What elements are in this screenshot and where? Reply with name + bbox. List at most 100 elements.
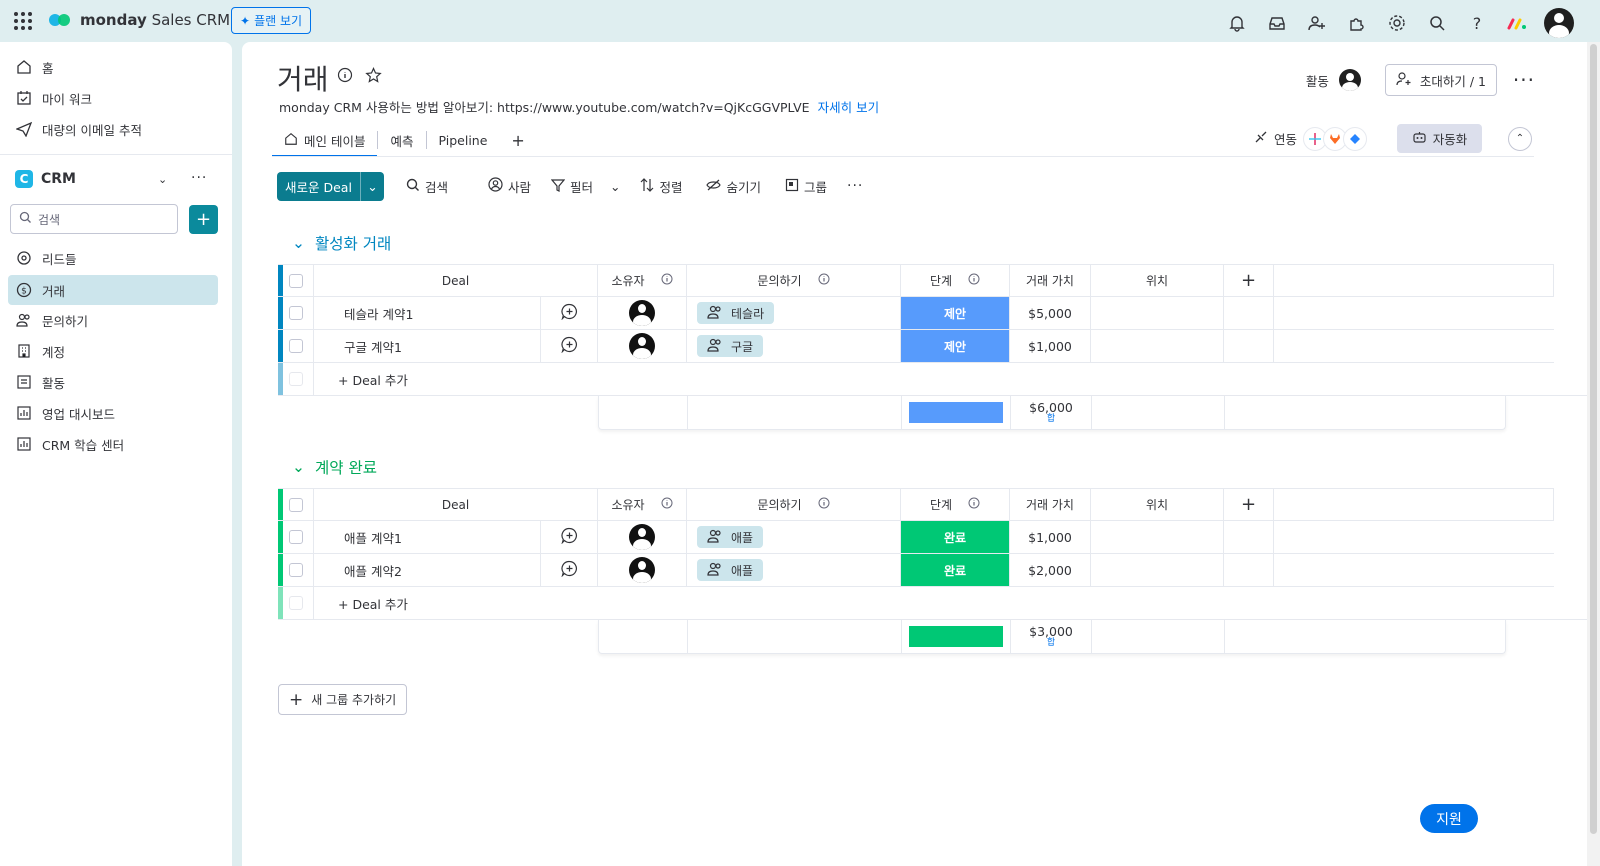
chevron-down-icon[interactable]: ⌄ (292, 458, 305, 476)
row-checkbox-cell[interactable] (278, 330, 314, 362)
contact-cell[interactable]: 구글 (687, 330, 901, 362)
location-cell[interactable] (1091, 554, 1224, 586)
row-checkbox-cell[interactable] (278, 297, 314, 329)
add-view-button[interactable]: + (499, 124, 536, 156)
row-checkbox-cell[interactable] (278, 554, 314, 586)
location-cell[interactable] (1091, 521, 1224, 553)
group-by-button[interactable]: 그룹 (775, 177, 837, 196)
sidebar-item-accounts[interactable]: 계정 (8, 336, 218, 366)
column-header-contact[interactable]: 문의하기 (687, 489, 901, 520)
contact-cell[interactable]: 애플 (687, 521, 901, 553)
info-icon[interactable] (337, 67, 353, 88)
workspace-more-icon[interactable]: ··· (191, 170, 207, 186)
tab-forecast[interactable]: 예측 (378, 124, 425, 156)
automate-button[interactable]: 자동화 (1397, 124, 1482, 153)
page-title[interactable]: 거래 (277, 58, 329, 98)
table-row[interactable]: 애플 계약2 애플 완료 $2,000 (278, 554, 1554, 587)
brand-name[interactable]: monday Sales CRM (80, 11, 230, 29)
stage-cell[interactable]: 완료 (901, 554, 1010, 586)
add-update-button[interactable] (541, 521, 598, 553)
value-sum-cell[interactable]: $6,000 합 (1011, 396, 1092, 429)
sidebar-item-sales-dashboard[interactable]: 영업 대시보드 (8, 398, 218, 428)
owner-cell[interactable] (598, 330, 687, 362)
stage-cell[interactable]: 제안 (901, 297, 1010, 329)
activity-avatar[interactable] (1338, 69, 1361, 91)
invite-button[interactable]: 초대하기 / 1 (1384, 64, 1497, 96)
toolbar-more-icon[interactable]: ··· (837, 178, 873, 194)
sort-button[interactable]: 정렬 (630, 177, 692, 196)
deal-value-cell[interactable]: $1,000 (1010, 330, 1091, 362)
value-sum-cell[interactable]: $3,000 합 (1011, 620, 1092, 653)
sidebar-item-learning-center[interactable]: CRM 학습 센터 (8, 429, 218, 459)
board-more-icon[interactable]: ··· (1513, 68, 1535, 92)
scrollbar-thumb[interactable] (1590, 44, 1597, 834)
column-header-location[interactable]: 위치 (1091, 489, 1224, 520)
row-checkbox[interactable] (288, 339, 303, 353)
table-row[interactable]: 테슬라 계약1 테슬라 제안 $5,000 (278, 297, 1554, 330)
info-icon[interactable] (661, 273, 673, 288)
monday-product-logo[interactable] (1504, 10, 1530, 36)
see-more-link[interactable]: 자세히 보기 (818, 100, 879, 115)
location-cell[interactable] (1091, 297, 1224, 329)
contact-chip[interactable]: 애플 (697, 559, 764, 581)
contact-chip[interactable]: 테슬라 (697, 302, 775, 324)
collapse-header-button[interactable]: ⌃ (1508, 126, 1532, 151)
table-row[interactable]: 구글 계약1 구글 제안 $1,000 (278, 330, 1554, 363)
user-avatar[interactable] (1544, 8, 1574, 38)
column-header-deal[interactable]: Deal (314, 265, 598, 296)
gear-icon[interactable] (1384, 10, 1410, 36)
hide-button[interactable]: 숨기기 (696, 177, 771, 196)
chevron-down-icon[interactable]: ⌄ (359, 171, 384, 201)
sidebar-item-activities[interactable]: 활동 (8, 367, 218, 397)
stage-cell[interactable]: 완료 (901, 521, 1010, 553)
column-header-value[interactable]: 거래 가치 (1010, 265, 1091, 296)
add-item-button[interactable]: + (189, 205, 218, 234)
bell-icon[interactable] (1224, 10, 1250, 36)
deal-value-cell[interactable]: $2,000 (1010, 554, 1091, 586)
add-column-button[interactable]: + (1241, 494, 1256, 515)
select-all-checkbox[interactable] (288, 497, 303, 512)
stage-cell[interactable]: 제안 (901, 330, 1010, 362)
person-filter-button[interactable]: 사람 (478, 177, 541, 196)
sidebar-search-input[interactable]: 검색 (10, 204, 178, 234)
add-column-button[interactable]: + (1241, 270, 1256, 291)
app-switcher-icon[interactable] (14, 12, 32, 30)
new-deal-button[interactable]: 새로운 Deal ⌄ (277, 171, 384, 201)
info-icon[interactable] (818, 497, 830, 512)
stage-summary-cell[interactable] (902, 396, 1011, 429)
star-icon[interactable] (365, 67, 382, 88)
group-title[interactable]: ⌄ 활성화 거래 (292, 232, 391, 254)
column-header-contact[interactable]: 문의하기 (687, 265, 901, 296)
add-deal-input[interactable]: + Deal 추가 (314, 587, 1594, 619)
row-checkbox[interactable] (288, 530, 303, 544)
integrate-button[interactable]: 연동 (1254, 129, 1297, 148)
help-button[interactable]: 지원 (1420, 804, 1478, 833)
workspace-header[interactable]: C CRM (15, 170, 76, 188)
contact-chip[interactable]: 애플 (697, 526, 764, 548)
deal-name-cell[interactable]: 애플 계약2 (314, 554, 541, 586)
invite-user-icon[interactable] (1304, 10, 1330, 36)
deal-value-cell[interactable]: $5,000 (1010, 297, 1091, 329)
chevron-down-icon[interactable]: ⌄ (158, 173, 167, 186)
column-header-value[interactable]: 거래 가치 (1010, 489, 1091, 520)
add-update-button[interactable] (541, 330, 598, 362)
tab-main-table[interactable]: 메인 테이블 (272, 124, 378, 157)
row-checkbox[interactable] (288, 563, 303, 577)
column-header-stage[interactable]: 단계 (901, 489, 1010, 520)
deal-name-cell[interactable]: 테슬라 계약1 (314, 297, 541, 329)
sidebar-item-deals[interactable]: $ 거래 (8, 275, 218, 305)
column-header-location[interactable]: 위치 (1091, 265, 1224, 296)
add-deal-input[interactable]: + Deal 추가 (314, 363, 1594, 395)
row-checkbox[interactable] (288, 306, 303, 320)
deal-name-cell[interactable]: 구글 계약1 (314, 330, 541, 362)
location-cell[interactable] (1091, 330, 1224, 362)
sidebar-item-leads[interactable]: 리드들 (8, 243, 218, 273)
column-header-stage[interactable]: 단계 (901, 265, 1010, 296)
contact-cell[interactable]: 테슬라 (687, 297, 901, 329)
add-deal-row[interactable]: + Deal 추가 (278, 363, 1594, 396)
chevron-down-icon[interactable]: ⌄ (610, 179, 620, 194)
group-title[interactable]: ⌄ 계약 완료 (292, 456, 377, 478)
search-button[interactable]: 검색 (396, 177, 458, 196)
help-icon[interactable]: ? (1464, 10, 1490, 36)
deal-name-cell[interactable]: 애플 계약1 (314, 521, 541, 553)
